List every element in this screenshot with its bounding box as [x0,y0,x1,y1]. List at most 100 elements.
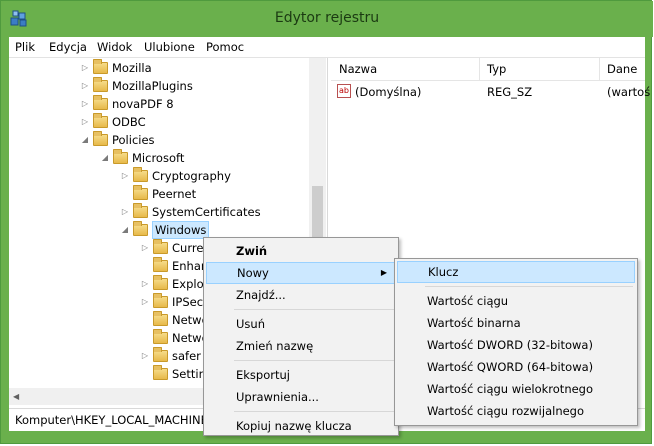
menu-item-label: Eksportuj [236,368,290,382]
tree-item[interactable]: ▷ ODBC [79,113,146,131]
menu-item[interactable]: Eksportuj [206,364,396,386]
menu-item-label: Zwiń [236,244,268,258]
tree-item[interactable]: ▷ novaPDF 8 [79,95,174,113]
collapse-arrow-icon[interactable]: ◢ [119,221,131,239]
folder-icon [153,329,168,344]
tree-item-label: IPSec [172,295,204,309]
expand-arrow-icon[interactable]: ▷ [79,77,91,95]
menu-item-label: Wartość ciągu wielokrotnego [427,382,594,396]
menu-separator [234,411,394,412]
folder-icon [93,131,108,146]
menu-item-label: Usuń [236,317,265,331]
folder-icon [153,257,168,272]
menu-item[interactable]: Kopiuj nazwę klucza [206,415,396,437]
column-nazwa[interactable]: Nazwa [339,62,377,76]
menu-item[interactable]: Zmień nazwę [206,335,396,357]
folder-icon [93,77,108,92]
menu-item-label: Kopiuj nazwę klucza [236,419,352,433]
folder-icon [133,203,148,218]
tree-item[interactable]: ▷ Mozilla [79,59,152,77]
collapse-arrow-icon[interactable]: ◢ [79,131,91,149]
expand-arrow-icon[interactable]: ▷ [139,293,151,311]
menu-item[interactable]: Znajdź... [206,284,396,306]
tree-item[interactable]: ▷ IPSec [139,293,203,311]
value-name: (Domyślna) [355,85,422,99]
folder-icon [153,239,168,254]
tree-item-label: Mozilla [112,61,152,75]
tree-item[interactable]: ▷ Explor [139,275,208,293]
menu-item[interactable]: Zwiń [206,240,396,262]
folder-icon [153,293,168,308]
menu-plik[interactable]: Plik [15,40,35,54]
menu-item[interactable]: Klucz [397,261,635,283]
tree-item-label: SystemCertificates [152,205,261,219]
expand-arrow-icon[interactable]: ▷ [79,113,91,131]
expand-arrow-icon[interactable]: ▷ [119,203,131,221]
menu-item-label: Klucz [428,265,459,279]
window-title: Edytor rejestru [274,10,380,26]
folder-icon [113,149,128,164]
menu-item-label: Nowy [237,266,269,280]
menu-item[interactable]: Wartość ciągu rozwijalnego [397,400,635,422]
folder-icon [133,167,148,182]
expand-arrow-icon[interactable]: ▷ [119,167,131,185]
list-header: Nazwa Typ Dane [331,58,645,81]
menu-item[interactable]: Wartość ciągu [397,290,635,312]
tree-item[interactable]: Peernet [119,185,196,203]
menu-item-label: Wartość ciągu [427,294,509,308]
tree-item[interactable]: ◢ Policies [79,131,155,149]
tree-item[interactable]: Settin [139,365,206,383]
tree-item[interactable]: Enhan [139,257,208,275]
tree-item[interactable]: ▷ safer [139,347,201,365]
menu-item-label: Uprawnienia... [236,390,319,404]
tree-item-label: MozillaPlugins [112,79,193,93]
tree-item[interactable]: ▷ SystemCertificates [119,203,261,221]
tree-item-label: Cryptography [152,169,231,183]
expand-arrow-icon[interactable]: ▷ [139,239,151,257]
menu-item[interactable]: Wartość QWORD (64-bitowa) [397,356,635,378]
submenu-arrow-icon: ▶ [380,268,387,277]
menu-item-label: Znajdź... [236,288,286,302]
menu-separator [234,309,394,310]
menu-item[interactable]: Wartość DWORD (32-bitowa) [397,334,635,356]
menu-item[interactable]: Wartość ciągu wielokrotnego [397,378,635,400]
tree-item[interactable]: ▷ MozillaPlugins [79,77,193,95]
tree-item[interactable]: ◢ Microsoft [99,149,184,167]
expand-arrow-icon[interactable]: ▷ [79,95,91,113]
menu-item[interactable]: Nowy ▶ [206,262,396,284]
tree-item[interactable]: ▷ Curren [139,239,211,257]
tree-item[interactable]: Netwo [139,329,209,347]
menu-item-label: Wartość DWORD (32-bitowa) [427,338,593,352]
expand-arrow-icon[interactable]: ▷ [139,275,151,293]
status-path: Komputer\HKEY_LOCAL_MACHINE [15,413,208,427]
menu-item-label: Wartość QWORD (64-bitowa) [427,360,594,374]
scroll-left-icon[interactable]: ◀ [13,392,19,401]
menu-widok[interactable]: Widok [97,40,132,54]
menu-item[interactable]: Usuń [206,313,396,335]
menu-item-label: Zmień nazwę [236,339,314,353]
column-divider[interactable] [479,58,480,80]
tree-item[interactable]: ▷ Cryptography [119,167,231,185]
expand-arrow-icon[interactable]: ▷ [139,347,151,365]
column-typ[interactable]: Typ [487,62,506,76]
tree-item-label: safer [172,349,201,363]
menu-edycja[interactable]: Edycja [49,40,87,54]
list-item[interactable]: ab (Domyślna) REG_SZ (wartoś [331,83,650,101]
menu-pomoc[interactable]: Pomoc [206,40,244,54]
column-dane[interactable]: Dane [607,62,637,76]
title-bar[interactable]: Edytor rejestru [1,1,653,37]
menu-ulubione[interactable]: Ulubione [144,40,195,54]
menu-item[interactable]: Wartość binarna [397,312,635,334]
folder-icon [93,59,108,74]
expand-arrow-icon[interactable]: ▷ [79,59,91,77]
tree-item[interactable]: Netwo [139,311,209,329]
value-data: (wartoś [607,85,651,99]
tree-item-label: Microsoft [132,151,185,165]
column-divider[interactable] [599,58,600,80]
menu-item-label: Wartość ciągu rozwijalnego [427,404,585,418]
tree-item[interactable]: ◢ Windows [119,221,210,239]
tree-item-label: ODBC [112,115,146,129]
collapse-arrow-icon[interactable]: ◢ [99,149,111,167]
menu-item[interactable]: Uprawnienia... [206,386,396,408]
folder-icon [133,185,148,200]
